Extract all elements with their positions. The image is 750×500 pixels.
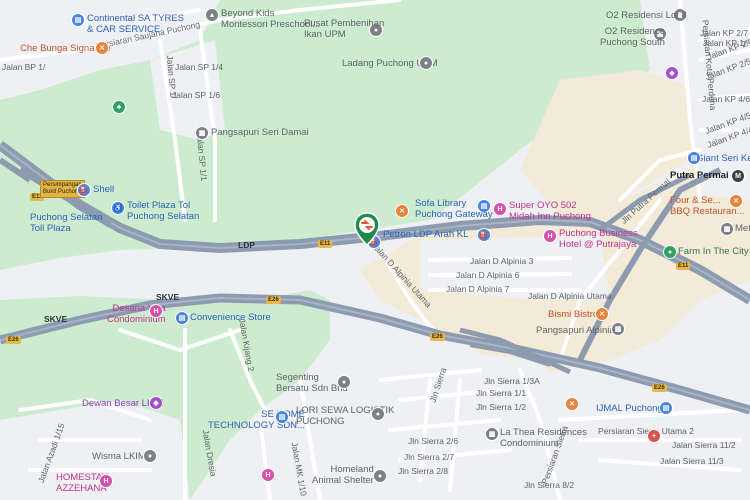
- e26-shield: E26: [266, 296, 281, 304]
- place-icon[interactable]: ●: [420, 57, 432, 69]
- poi-four-season[interactable]: Four & Se... BBQ Restauran...: [670, 195, 744, 217]
- shop-icon[interactable]: ▤: [276, 411, 288, 423]
- e26-shield: E26: [430, 333, 445, 341]
- poi-o2-south[interactable]: O2 Residence Puchong South: [600, 26, 665, 48]
- restaurant-icon[interactable]: ✕: [566, 398, 578, 410]
- poi-putra-permai[interactable]: Putra Permai: [670, 171, 729, 181]
- hotel-icon[interactable]: H: [100, 475, 112, 487]
- hall-icon[interactable]: ◆: [666, 67, 678, 79]
- e11-shield: E11: [318, 240, 333, 248]
- poi-convenience[interactable]: Convenience Store: [190, 312, 271, 323]
- poi-puchong-business[interactable]: Puchong Business Hotel @ Putrajaya: [559, 228, 638, 250]
- fuel-icon[interactable]: ⛽: [78, 184, 90, 196]
- road-label: Jalan SP 1/6: [172, 90, 221, 100]
- road-label: Jalan D Alpinia 6: [456, 270, 520, 280]
- shop-icon[interactable]: ▤: [660, 402, 672, 414]
- poi-super-oyo[interactable]: Super OYO 502 Midah Inn Puchong: [509, 200, 591, 222]
- restaurant-icon[interactable]: ✕: [396, 205, 408, 217]
- poi-meta-res[interactable]: Meta Res...: [735, 223, 750, 234]
- road-label: Jalan D Alpinia 7: [446, 284, 510, 294]
- road-label: Jalan D Alpinia 3: [470, 256, 534, 266]
- poi-pangsapuri-seri[interactable]: Pangsapuri Seri Damai: [211, 127, 309, 138]
- road-label: Jalan Sierra 11/2: [672, 440, 736, 450]
- map-canvas[interactable]: LDP SKVE SKVE E11 E11 E11 E26 E26 E26 E2…: [0, 0, 750, 500]
- poi-pangsapuri-alpinia[interactable]: Pangsapuri Alpinia: [536, 325, 615, 336]
- hall-icon[interactable]: ◆: [150, 397, 162, 409]
- hotel-icon[interactable]: H: [544, 230, 556, 242]
- poi-toll-plaza[interactable]: Toilet Plaza Tol Puchong Selatan: [127, 200, 199, 222]
- poi-farm-city[interactable]: Farm In The City: [678, 246, 749, 257]
- ldp-label: LDP: [238, 240, 255, 250]
- hotel-icon[interactable]: H: [262, 469, 274, 481]
- poi-sofa-library[interactable]: Sofa Library Puchong Gateway: [415, 198, 493, 220]
- building-icon[interactable]: ▦: [721, 223, 733, 235]
- park-icon[interactable]: ♣: [113, 101, 125, 113]
- road-label: Jln Sierra 2/6: [408, 436, 459, 446]
- road-label: Jln Sierra 1/3A: [484, 376, 540, 386]
- poi-homeland[interactable]: Homeland Animal Shelter: [312, 464, 374, 486]
- e26-shield: E26: [6, 336, 21, 344]
- poi-bismi[interactable]: Bismi Bistro: [548, 309, 598, 320]
- road-label: Jalan SP 1/4: [175, 62, 224, 72]
- poi-la-thea[interactable]: La Thea Residences Condominium: [500, 427, 587, 449]
- hospital-icon[interactable]: +: [648, 430, 660, 442]
- skve-label: SKVE: [156, 292, 180, 302]
- building-icon[interactable]: ▦: [196, 127, 208, 139]
- poi-petron[interactable]: Petron LDP Arah KL: [383, 229, 468, 240]
- e11-shield: E11: [676, 262, 691, 270]
- hotel-icon[interactable]: H: [494, 203, 506, 215]
- place-icon[interactable]: ●: [338, 376, 350, 388]
- poi-continental[interactable]: Continental SA TYRES & CAR SERVICE: [87, 13, 184, 35]
- poi-puchong-toll[interactable]: Puchong Selatan Toll Plaza: [30, 212, 102, 234]
- selected-location-marker-icon[interactable]: [354, 212, 380, 246]
- e26-shield: E26: [652, 384, 667, 392]
- road-label: Jalan D Alpinia Utama: [528, 291, 612, 301]
- shop-icon[interactable]: ▤: [72, 14, 84, 26]
- poi-ijmal[interactable]: IJMAL Puchong: [596, 403, 663, 414]
- road-label: Jln Sierra 2/7: [404, 452, 455, 462]
- poi-segenting[interactable]: Segenting Bersatu Sdn Bhd: [276, 372, 348, 394]
- transit-icon[interactable]: M: [732, 170, 744, 182]
- poi-wisma[interactable]: Wisma LKIM: [92, 451, 146, 462]
- store-icon[interactable]: ▤: [176, 312, 188, 324]
- building-icon[interactable]: ▦: [612, 323, 624, 335]
- restaurant-icon[interactable]: ✕: [596, 308, 608, 320]
- place-icon[interactable]: ●: [144, 450, 156, 462]
- poi-pusat[interactable]: Pusat Pembenihan Ikan UPM: [304, 18, 384, 40]
- road-label: Jln Sierra 1/2: [476, 402, 527, 412]
- place-icon[interactable]: ●: [372, 408, 384, 420]
- road-label: Jalan BP 1/: [2, 62, 46, 72]
- toilet-icon[interactable]: ♿: [112, 202, 124, 214]
- road-label: Jalan Sierra 11/3: [660, 456, 724, 466]
- poi-giant[interactable]: Giant Seri Kemb...: [696, 153, 750, 164]
- place-icon[interactable]: ●: [664, 246, 676, 258]
- skve-label-west: SKVE: [44, 314, 68, 324]
- road-label: Jln Sierra 1/1: [476, 388, 527, 398]
- road-label: Jln Sierra 2/8: [398, 466, 449, 476]
- place-icon[interactable]: ●: [374, 470, 386, 482]
- poi-o2-lot8[interactable]: O2 Residensi Lot 8: [606, 10, 687, 21]
- fuel-icon[interactable]: ⛽: [478, 229, 490, 241]
- hotel-icon[interactable]: H: [150, 305, 162, 317]
- school-icon[interactable]: ▲: [206, 9, 218, 21]
- poi-shell[interactable]: Shell: [93, 184, 114, 195]
- cart-icon[interactable]: ▤: [688, 152, 700, 164]
- building-icon[interactable]: ▦: [486, 428, 498, 440]
- poi-se-home[interactable]: SE HOME TECHNOLOGY SDN...: [208, 409, 305, 431]
- restaurant-icon[interactable]: ✕: [96, 42, 108, 54]
- road-label: Persiaran Sierra Utama 2: [598, 426, 694, 436]
